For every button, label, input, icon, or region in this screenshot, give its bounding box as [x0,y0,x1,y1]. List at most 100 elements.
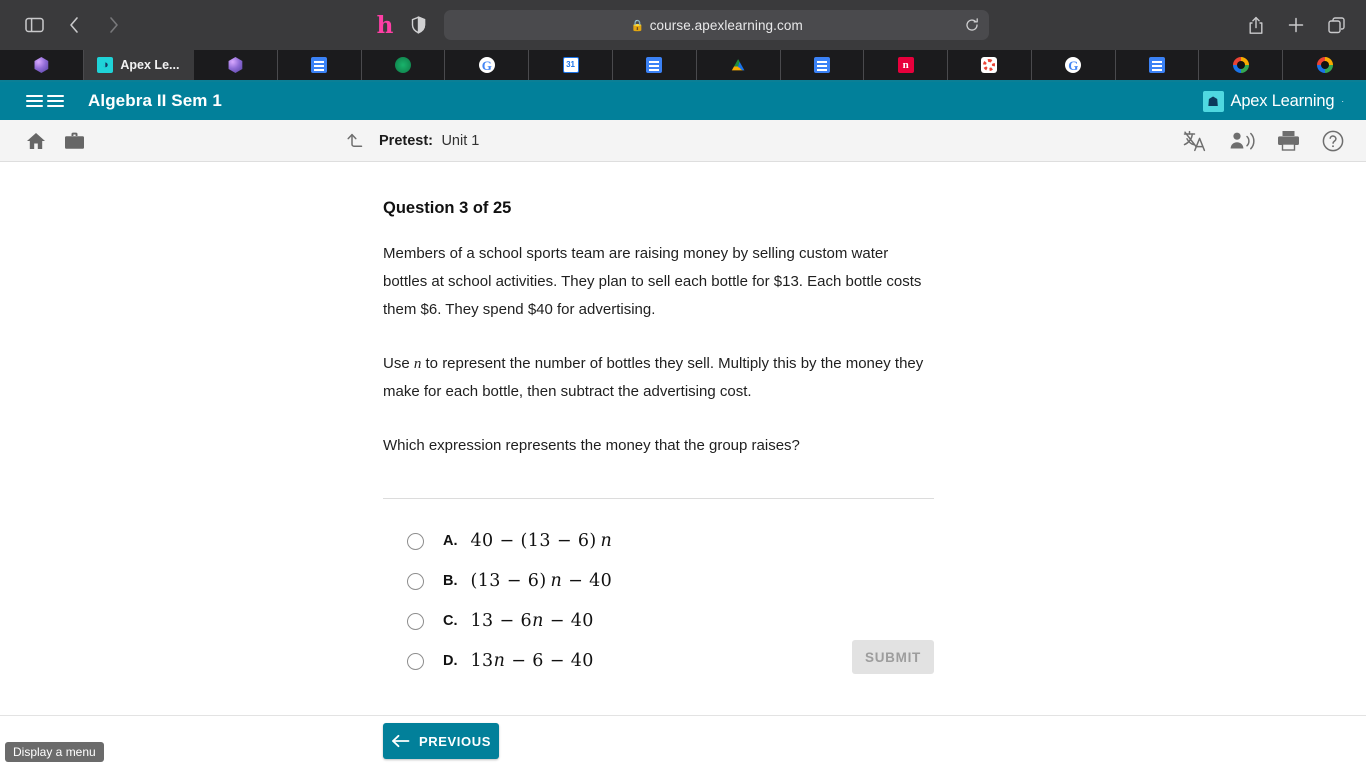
reload-icon[interactable] [965,18,979,32]
browser-address-group: h 🔒 course.apexlearning.com [0,10,1366,40]
color-ring-icon [1316,57,1333,73]
question-content-area: Question 3 of 25 Members of a school spo… [0,162,1366,768]
radio-button-a[interactable] [407,532,424,550]
new-tab-button[interactable] [1276,8,1316,42]
previous-button[interactable]: PREVIOUS [383,723,499,759]
browser-tab[interactable] [278,50,362,80]
breadcrumb: Pretest: Unit 1 [345,132,479,150]
sidebar-toggle-icon[interactable] [14,8,54,42]
google-docs-icon [1149,57,1166,73]
help-circle-icon[interactable] [1322,130,1344,152]
browser-nav-group [0,8,134,42]
address-bar[interactable]: 🔒 course.apexlearning.com [444,10,990,40]
google-calendar-icon: 31 [562,57,579,73]
choice-expression: 40 − (13 − 6) n [470,531,613,551]
privacy-shield-icon[interactable] [411,16,426,34]
breadcrumb-group: Pretest: Unit 1 [379,132,479,150]
sub-toolbar-right-group [1183,130,1344,152]
question-paragraph-2-part-b: to represent the number of bottles they … [383,355,924,400]
browser-toolbar: h 🔒 course.apexlearning.com [0,0,1366,50]
browser-tab[interactable]: G [445,50,530,80]
browser-tab[interactable] [0,50,84,80]
hex-icon [228,57,243,73]
choice-letter: A. [443,533,458,549]
pretest-label: Pretest: [379,132,433,149]
brand-tm: · [1341,96,1344,106]
status-tooltip: Display a menu [5,742,104,762]
question-heading: Question 3 of 25 [383,199,512,217]
browser-tab-apex-learning[interactable]: Apex Le... [83,50,195,80]
submit-button[interactable]: SUBMIT [852,640,934,674]
browser-tab[interactable] [1283,50,1366,80]
submit-row: SUBMIT [383,640,934,674]
sub-toolbar-left-group [26,132,85,150]
tab-label: Apex Le... [120,58,180,72]
briefcase-icon[interactable] [64,132,85,150]
tab-overview-icon[interactable] [1316,8,1356,42]
brand-name: Apex Learning [1230,91,1335,110]
sub-toolbar: Pretest: Unit 1 [0,120,1366,162]
answer-choice-c[interactable]: C. 13 − 6n − 40 [383,601,934,641]
radio-button-b[interactable] [407,572,424,590]
google-icon: G [478,57,495,73]
pretest-value: Unit 1 [441,132,480,149]
browser-tab[interactable] [781,50,865,80]
question-paragraph-2: Use n to represent the number of bottles… [383,350,934,406]
google-docs-icon [311,57,328,73]
question-paragraph-3: Which expression represents the money th… [383,437,800,454]
back-button[interactable] [54,8,94,42]
pink-n-icon: n [897,57,914,73]
choice-expression: (13 − 6) n − 40 [470,571,613,591]
upload-arrow-icon[interactable] [345,132,365,150]
green-circle-icon [395,57,411,73]
page-title: Algebra II Sem 1 [88,91,222,110]
question-paragraph-2-part-a: Use [383,355,414,372]
brand-logo: ☗ Apex Learning · [1202,90,1344,112]
google-docs-icon [646,57,663,73]
apex-learning-logo-icon: ☗ [1202,90,1224,112]
read-aloud-icon[interactable] [1229,131,1255,151]
choice-expression: 13 − 6n − 40 [470,611,594,631]
apex-learning-icon [97,57,114,73]
browser-tab[interactable] [194,50,278,80]
bottom-navigation-bar: PREVIOUS [0,715,1366,768]
browser-tab[interactable] [948,50,1032,80]
browser-tab[interactable] [697,50,781,80]
radio-button-c[interactable] [407,612,424,630]
question-paragraph-1: Members of a school sports team are rais… [383,245,922,318]
translate-icon[interactable] [1183,130,1207,152]
honey-extension-icon[interactable]: h [377,14,394,37]
browser-tab[interactable]: G [1032,50,1116,80]
app-header: Algebra II Sem 1 ☗ Apex Learning · [0,82,1366,120]
answer-choice-a[interactable]: A. 40 − (13 − 6) n [383,521,934,561]
browser-tab[interactable]: n [864,50,949,80]
arrow-left-icon [391,734,410,748]
browser-tab[interactable] [1116,50,1200,80]
home-icon[interactable] [26,132,46,150]
choice-letter: B. [443,573,458,589]
browser-tab[interactable] [613,50,697,80]
answer-choice-b[interactable]: B. (13 − 6) n − 40 [383,561,934,601]
browser-actions-group [1236,8,1356,42]
forward-button[interactable] [94,8,134,42]
print-icon[interactable] [1277,130,1300,151]
browser-tab[interactable] [362,50,446,80]
color-ring-icon [1232,57,1249,73]
red-dotted-circle-icon [981,57,998,73]
url-text: course.apexlearning.com [649,17,803,33]
lock-icon: 🔒 [630,19,645,32]
divider [383,498,934,499]
url-text-group: 🔒 course.apexlearning.com [631,18,803,33]
tab-strip: Apex Le... G 31 n G [0,50,1366,82]
google-drive-icon [730,57,746,73]
choice-letter: C. [443,613,458,629]
previous-button-label: PREVIOUS [419,733,491,749]
browser-tab[interactable]: 31 [529,50,613,80]
google-docs-icon [813,57,830,73]
question-column: Question 3 of 25 Members of a school spo… [383,162,934,681]
hamburger-menu-icon[interactable] [26,94,64,108]
browser-tab[interactable] [1199,50,1284,80]
google-icon: G [1065,57,1082,73]
hex-icon [34,57,49,73]
share-icon[interactable] [1236,8,1276,42]
